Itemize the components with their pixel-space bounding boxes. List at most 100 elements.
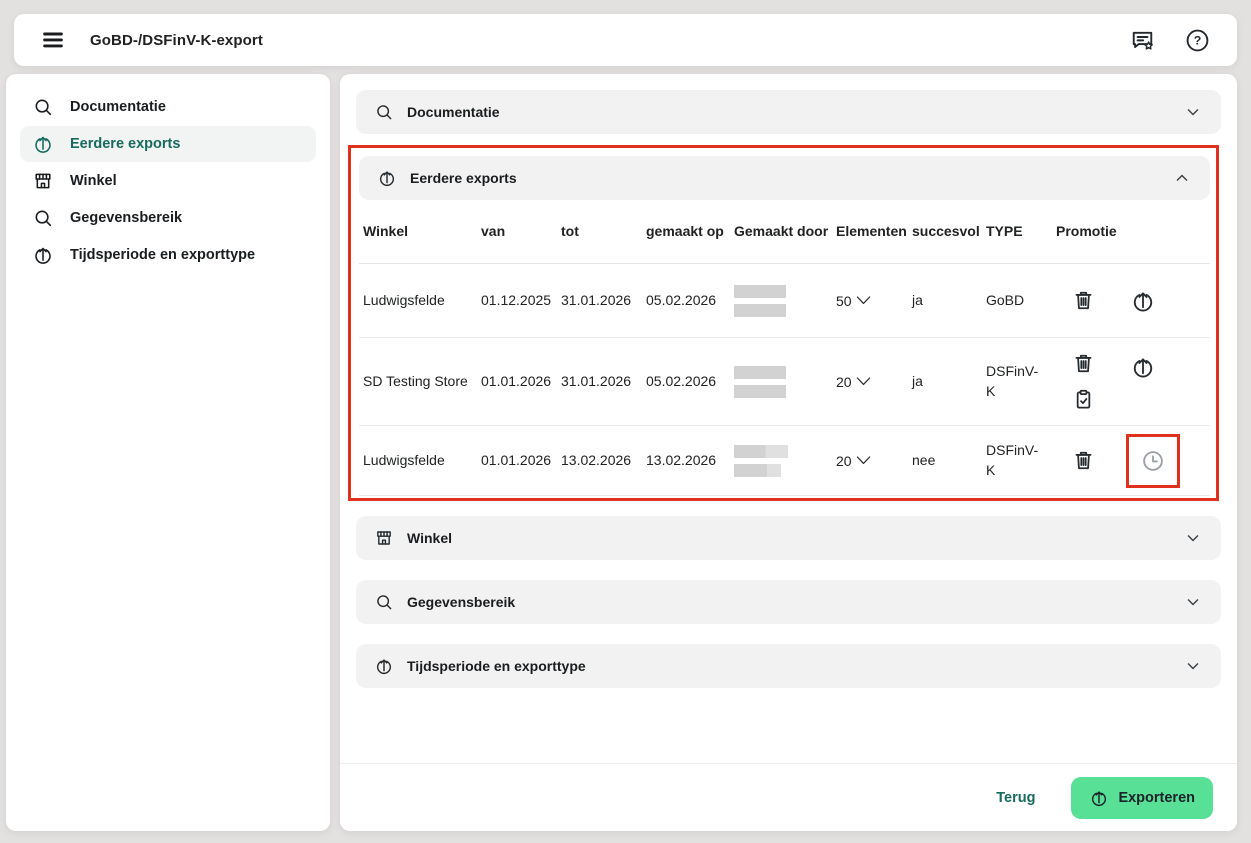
col-header-tot: tot bbox=[561, 222, 646, 242]
expand-chevron-icon[interactable] bbox=[853, 290, 874, 311]
upload-icon bbox=[1089, 788, 1109, 808]
elementen-count: 50 bbox=[836, 293, 852, 309]
sidebar-item-documentatie[interactable]: Documentatie bbox=[20, 89, 316, 125]
back-button[interactable]: Terug bbox=[996, 790, 1035, 806]
table-row: Ludwigsfelde 01.01.2026 13.02.2026 13.02… bbox=[359, 426, 1210, 496]
cell-tot: 13.02.2026 bbox=[561, 451, 646, 471]
accordion-eerdere-exports[interactable]: Eerdere exports bbox=[359, 156, 1210, 200]
delete-export-button[interactable] bbox=[1070, 288, 1096, 314]
accordion-label: Documentatie bbox=[407, 104, 500, 120]
question-circle-icon: ? bbox=[1184, 27, 1211, 54]
table-header-row: Winkel van tot gemaakt op Gemaakt door E… bbox=[359, 200, 1210, 264]
sidebar-item-label: Eerdere exports bbox=[70, 136, 180, 152]
action-footer: Terug Exporteren bbox=[340, 763, 1237, 831]
sidebar-item-gegevensbereik[interactable]: Gegevensbereik bbox=[20, 200, 316, 236]
cell-gemaakt-op: 05.02.2026 bbox=[646, 291, 734, 311]
message-review-icon bbox=[1129, 27, 1156, 54]
upload-icon bbox=[32, 244, 54, 266]
main-panel-inner: Documentatie Eerdere exports Winkel van … bbox=[340, 74, 1237, 688]
redacted-user bbox=[734, 285, 836, 317]
cell-actions-delete bbox=[1050, 448, 1116, 474]
cell-elementen: 20 bbox=[836, 371, 912, 392]
spacer bbox=[356, 560, 1221, 580]
cell-elementen: 50 bbox=[836, 290, 912, 311]
redaction-bar bbox=[734, 304, 786, 317]
download-export-button[interactable] bbox=[1130, 288, 1156, 314]
delete-export-button[interactable] bbox=[1070, 448, 1096, 474]
export-button[interactable]: Exporteren bbox=[1071, 777, 1213, 819]
redaction-bar bbox=[734, 445, 788, 458]
delete-icon bbox=[1071, 448, 1096, 473]
upload-icon bbox=[32, 133, 54, 155]
delete-export-button[interactable] bbox=[1070, 351, 1096, 377]
annotation-box-clock bbox=[1126, 434, 1180, 488]
col-header-promotie: Promotie bbox=[1050, 222, 1210, 242]
exports-table: Winkel van tot gemaakt op Gemaakt door E… bbox=[359, 200, 1210, 496]
accordion-label: Eerdere exports bbox=[410, 170, 517, 186]
table-row: SD Testing Store 01.01.2026 31.01.2026 0… bbox=[359, 338, 1210, 426]
cell-tot: 31.01.2026 bbox=[561, 291, 646, 311]
sidebar-item-label: Winkel bbox=[70, 173, 117, 189]
search-icon bbox=[32, 96, 54, 118]
cell-actions-promotie bbox=[1116, 288, 1210, 314]
upload-icon bbox=[374, 656, 394, 676]
cell-actions-promotie bbox=[1116, 434, 1210, 488]
redacted-user bbox=[734, 445, 836, 477]
annotation-box-eerdere-exports: Eerdere exports Winkel van tot gemaakt o… bbox=[348, 145, 1219, 501]
clipboard-check-icon bbox=[1071, 387, 1096, 412]
cell-elementen: 20 bbox=[836, 450, 912, 471]
upload-icon bbox=[377, 168, 397, 188]
col-header-gemaakt-door: Gemaakt door bbox=[734, 222, 836, 242]
download-export-button[interactable] bbox=[1130, 354, 1156, 380]
table-row: Ludwigsfelde 01.12.2025 31.01.2026 05.02… bbox=[359, 264, 1210, 338]
cell-van: 01.01.2026 bbox=[481, 372, 561, 392]
chevron-down-icon bbox=[1183, 656, 1203, 676]
cell-van: 01.01.2026 bbox=[481, 451, 561, 471]
checklist-button[interactable] bbox=[1070, 387, 1096, 413]
chevron-up-icon bbox=[1172, 168, 1192, 188]
accordion-winkel[interactable]: Winkel bbox=[356, 516, 1221, 560]
svg-text:?: ? bbox=[1194, 33, 1202, 47]
sidebar-item-label: Gegevensbereik bbox=[70, 210, 182, 226]
cell-winkel: Ludwigsfelde bbox=[363, 291, 481, 311]
cell-succesvol: ja bbox=[912, 372, 986, 392]
feedback-button[interactable] bbox=[1129, 27, 1156, 54]
sidebar-item-winkel[interactable]: Winkel bbox=[20, 163, 316, 199]
accordion-gegevensbereik[interactable]: Gegevensbereik bbox=[356, 580, 1221, 624]
sidebar-item-eerdere-exports[interactable]: Eerdere exports bbox=[20, 126, 316, 162]
accordion-label: Gegevensbereik bbox=[407, 594, 515, 610]
expand-chevron-icon[interactable] bbox=[853, 371, 874, 392]
export-button-label: Exporteren bbox=[1118, 790, 1195, 806]
redaction-bar bbox=[734, 464, 781, 477]
accordion-tijdsperiode[interactable]: Tijdsperiode en exporttype bbox=[356, 644, 1221, 688]
elementen-count: 20 bbox=[836, 453, 852, 469]
chevron-down-icon bbox=[1183, 102, 1203, 122]
cell-tot: 31.01.2026 bbox=[561, 372, 646, 392]
page-title: GoBD-/DSFinV-K-export bbox=[90, 32, 263, 49]
col-header-elementen: Elementen bbox=[836, 222, 912, 242]
upload-icon bbox=[1130, 288, 1156, 314]
accordion-documentatie[interactable]: Documentatie bbox=[356, 90, 1221, 134]
col-header-winkel: Winkel bbox=[363, 222, 481, 242]
accordion-label: Tijdsperiode en exporttype bbox=[407, 658, 586, 674]
cell-actions-delete bbox=[1050, 351, 1116, 413]
clock-icon bbox=[1140, 448, 1166, 474]
accordion-label: Winkel bbox=[407, 530, 452, 546]
redaction-bar bbox=[734, 366, 786, 379]
elementen-count: 20 bbox=[836, 374, 852, 390]
sidebar-item-tijdsperiode[interactable]: Tijdsperiode en exporttype bbox=[20, 237, 316, 273]
hamburger-glyph bbox=[40, 27, 66, 53]
topbar-actions: ? bbox=[1129, 27, 1211, 54]
delete-icon bbox=[1071, 351, 1096, 376]
cell-gemaakt-op: 13.02.2026 bbox=[646, 451, 734, 471]
sidebar-item-label: Tijdsperiode en exporttype bbox=[70, 247, 255, 263]
redacted-user bbox=[734, 366, 836, 398]
store-icon bbox=[32, 170, 54, 192]
cell-gemaakt-op: 05.02.2026 bbox=[646, 372, 734, 392]
expand-chevron-icon[interactable] bbox=[853, 450, 874, 471]
help-button[interactable]: ? bbox=[1184, 27, 1211, 54]
cell-succesvol: ja bbox=[912, 291, 986, 311]
hamburger-menu-icon[interactable] bbox=[40, 27, 66, 53]
upload-icon bbox=[1130, 354, 1156, 380]
search-icon bbox=[374, 592, 394, 612]
